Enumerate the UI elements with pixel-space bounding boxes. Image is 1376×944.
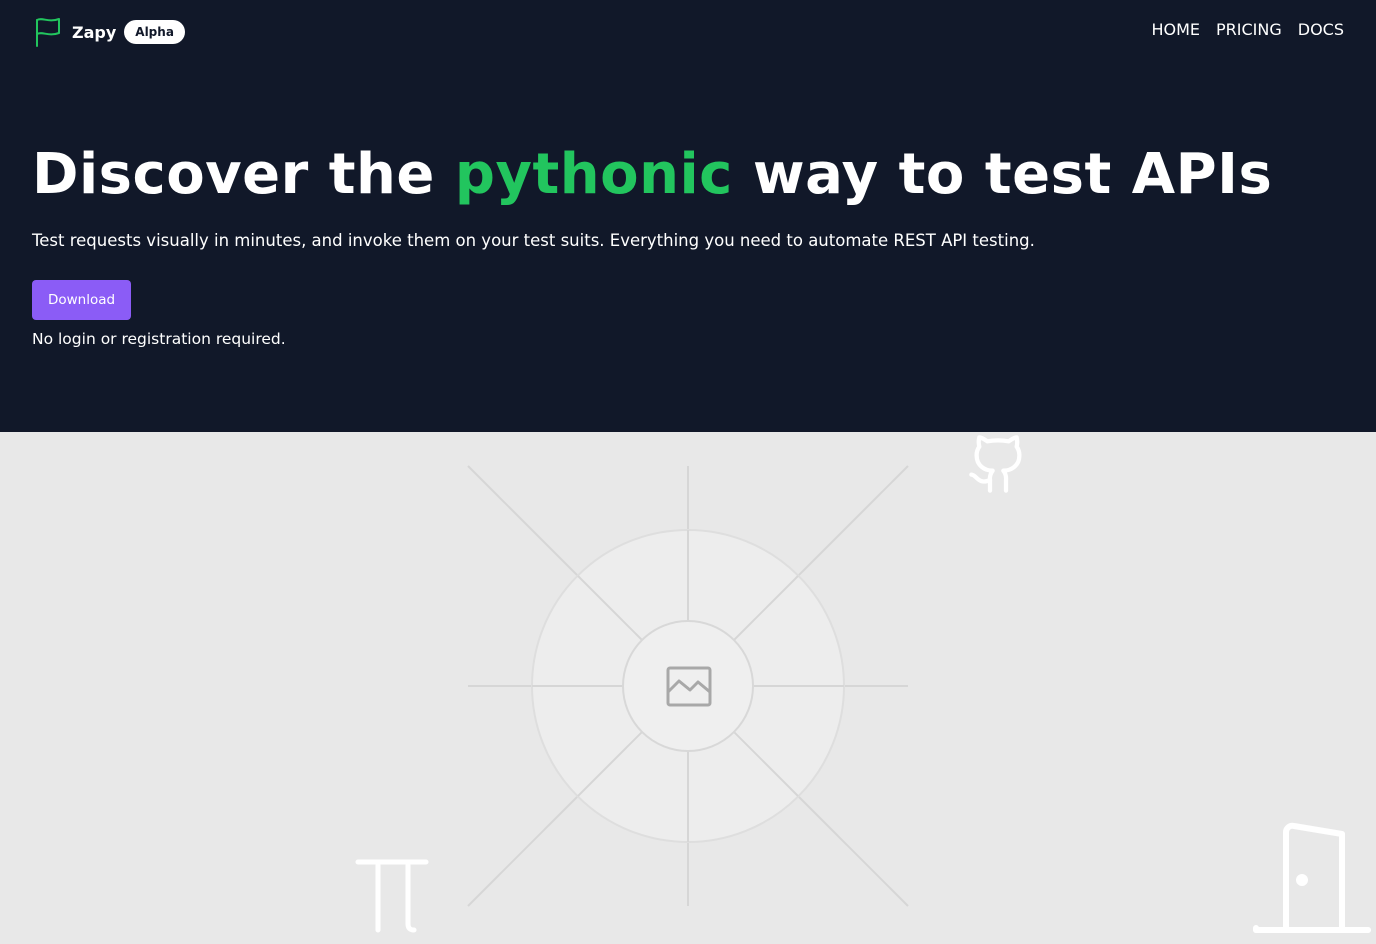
brand-link[interactable]: Zapy Alpha xyxy=(34,16,185,48)
brand-name: Zapy xyxy=(72,22,117,42)
preview-section xyxy=(0,432,1376,944)
top-nav: Zapy Alpha HOME PRICING DOCS xyxy=(0,0,1376,64)
alpha-badge: Alpha xyxy=(124,20,185,44)
headline-start: Discover the xyxy=(32,142,455,207)
nav-links: HOME PRICING DOCS xyxy=(1135,20,1344,39)
github-icon[interactable] xyxy=(966,432,1030,496)
nav-link-pricing[interactable]: PRICING xyxy=(1216,20,1282,39)
nav-link-home[interactable]: HOME xyxy=(1151,20,1200,39)
image-placeholder xyxy=(467,465,909,907)
hero-headline: Discover the pythonic way to test APIs xyxy=(32,140,1352,210)
headline-accent: pythonic xyxy=(454,142,733,207)
nav-link-docs[interactable]: DOCS xyxy=(1298,20,1344,39)
hero-subtitle: Test requests visually in minutes, and i… xyxy=(32,231,1035,250)
door-open-icon xyxy=(1253,822,1371,933)
headline-end: way to test APIs xyxy=(732,142,1273,207)
no-login-note: No login or registration required. xyxy=(32,330,286,348)
download-button[interactable]: Download xyxy=(32,280,131,320)
flag-icon xyxy=(36,18,60,47)
hero-section: Zapy Alpha HOME PRICING DOCS Discover th… xyxy=(0,0,1376,432)
pi-icon xyxy=(355,859,429,933)
